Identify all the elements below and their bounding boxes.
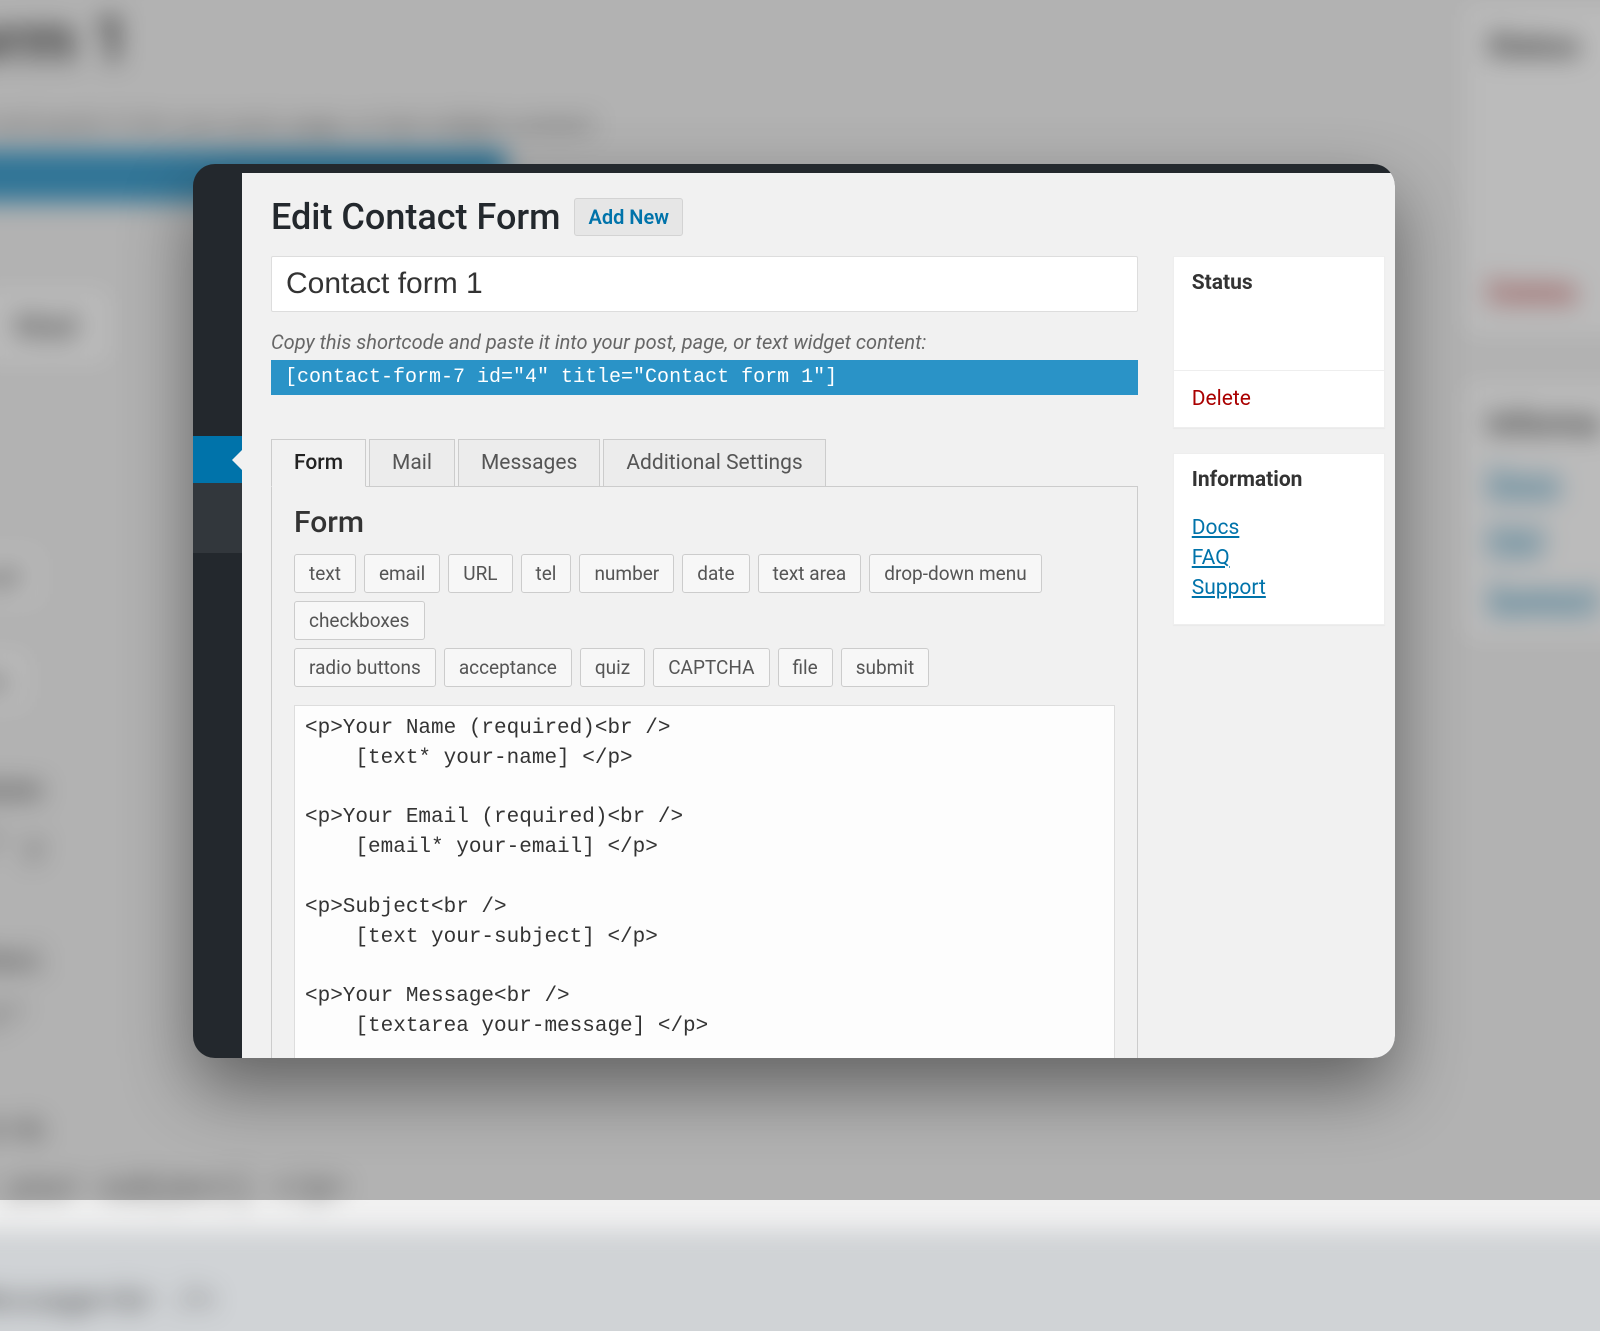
tag-acceptance-button[interactable]: acceptance xyxy=(444,648,572,687)
status-box: Status Delete xyxy=(1173,256,1385,428)
admin-menu-shade xyxy=(193,483,242,553)
form-template-textarea[interactable] xyxy=(294,705,1115,1058)
panel-heading: Form xyxy=(294,505,1115,540)
delete-link[interactable]: Delete xyxy=(1192,387,1251,411)
shortcode-field[interactable] xyxy=(271,360,1138,395)
tabs: Form Mail Messages Additional Settings xyxy=(271,439,1138,487)
status-heading: Status xyxy=(1174,257,1384,309)
form-title-input[interactable] xyxy=(271,256,1138,312)
tag-textarea-button[interactable]: text area xyxy=(758,554,862,593)
tag-text-button[interactable]: text xyxy=(294,554,356,593)
tag-captcha-button[interactable]: CAPTCHA xyxy=(653,648,769,687)
information-heading: Information xyxy=(1174,454,1384,506)
form-panel: Form text email URL tel number date text… xyxy=(271,486,1138,1058)
tab-additional-settings[interactable]: Additional Settings xyxy=(603,439,825,487)
support-link[interactable]: Support xyxy=(1192,576,1366,600)
tag-number-button[interactable]: number xyxy=(579,554,674,593)
page-title: Edit Contact Form xyxy=(271,196,560,238)
tag-quiz-button[interactable]: quiz xyxy=(580,648,645,687)
tag-date-button[interactable]: date xyxy=(682,554,749,593)
tag-dropdown-button[interactable]: drop-down menu xyxy=(869,554,1041,593)
tab-messages[interactable]: Messages xyxy=(458,439,600,487)
add-new-button[interactable]: Add New xyxy=(574,198,683,236)
tag-tel-button[interactable]: tel xyxy=(521,554,572,593)
tab-form[interactable]: Form xyxy=(271,439,366,487)
tag-file-button[interactable]: file xyxy=(778,648,833,687)
tag-radio-button[interactable]: radio buttons xyxy=(294,648,436,687)
status-body xyxy=(1174,309,1384,371)
faq-link[interactable]: FAQ xyxy=(1192,546,1366,570)
tag-email-button[interactable]: email xyxy=(364,554,440,593)
admin-menu-active-indicator xyxy=(193,436,242,483)
docs-link[interactable]: Docs xyxy=(1192,516,1366,540)
editor-card: Edit Contact Form Add New Copy this shor… xyxy=(193,164,1395,1058)
tag-checkboxes-button[interactable]: checkboxes xyxy=(294,601,425,640)
tab-mail[interactable]: Mail xyxy=(369,439,455,487)
tag-submit-button[interactable]: submit xyxy=(841,648,929,687)
tag-url-button[interactable]: URL xyxy=(448,554,512,593)
shortcode-helper: Copy this shortcode and paste it into yo… xyxy=(271,330,1138,354)
information-box: Information Docs FAQ Support xyxy=(1173,453,1385,625)
